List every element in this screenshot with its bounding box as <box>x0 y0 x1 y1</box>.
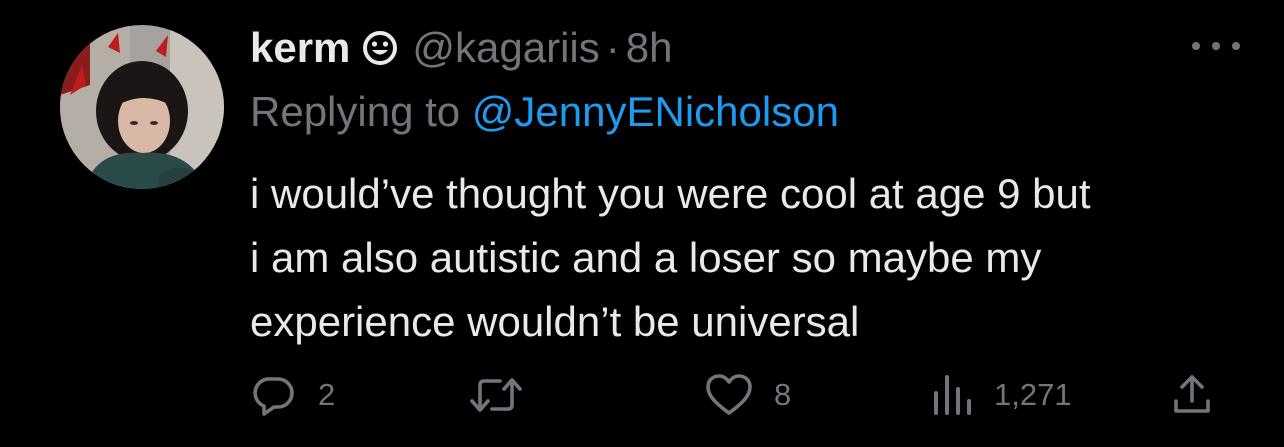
reply-context: Replying to @JennyENicholson <box>250 86 1240 138</box>
heart-icon <box>704 371 754 419</box>
tweet-header: kerm @kagariis · 8h <box>250 22 1240 74</box>
share-upload-icon <box>1168 371 1216 419</box>
user-handle[interactable]: @kagariis <box>412 22 599 74</box>
separator-dot: · <box>605 24 620 71</box>
reply-count: 2 <box>318 377 336 412</box>
like-button[interactable]: 8 <box>704 370 791 420</box>
like-count: 8 <box>774 377 792 412</box>
views-button[interactable]: 1,271 <box>930 370 1072 420</box>
reply-button[interactable]: 2 <box>250 370 335 420</box>
smiley-face-icon <box>360 28 400 68</box>
reply-prefix: Replying to <box>250 88 472 135</box>
display-name[interactable]: kerm <box>250 22 350 74</box>
retweet-icon <box>468 371 524 419</box>
views-count: 1,271 <box>994 377 1072 412</box>
retweet-button[interactable] <box>468 370 544 420</box>
tweet-text: i would’ve thought you were cool at age … <box>250 170 1091 345</box>
tweet-card[interactable]: kerm @kagariis · 8h Replying to @JennyEN… <box>0 0 1284 447</box>
bar-chart-icon <box>930 371 974 419</box>
action-bar: 2 8 1,271 <box>250 370 1220 420</box>
mention-link[interactable]: @JennyENicholson <box>472 88 839 135</box>
tweet-content: kerm @kagariis · 8h Replying to @JennyEN… <box>250 22 1240 354</box>
timestamp[interactable]: 8h <box>626 22 673 74</box>
avatar[interactable] <box>60 25 224 189</box>
more-dots-icon[interactable] <box>1192 36 1240 56</box>
share-button[interactable] <box>1168 370 1216 420</box>
reply-bubble-icon <box>250 371 298 419</box>
